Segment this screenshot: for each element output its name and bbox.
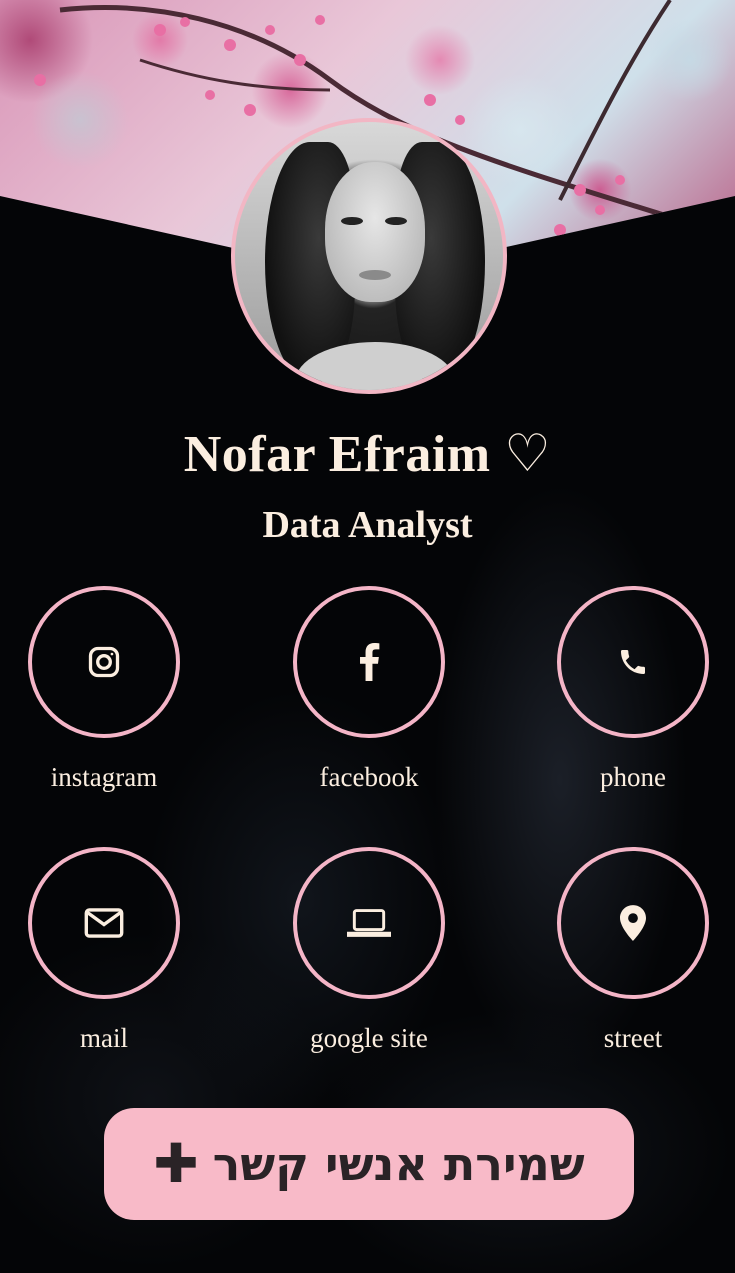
map-pin-icon [620, 905, 646, 941]
link-facebook-label[interactable]: facebook [293, 762, 445, 793]
mail-icon [84, 907, 124, 939]
link-mail-circle[interactable] [28, 847, 180, 999]
link-phone-circle[interactable] [557, 586, 709, 738]
link-facebook-circle[interactable] [293, 586, 445, 738]
profile-photo [231, 118, 507, 394]
link-phone[interactable]: phone [557, 586, 709, 793]
plus-icon: ✚ [153, 1132, 199, 1195]
save-contact-button[interactable]: שמירת אנשי קשר ✚ [104, 1108, 634, 1220]
facebook-icon [357, 643, 381, 681]
profile-name: Nofar Efraim ♡ [0, 424, 735, 484]
save-contact-label: שמירת אנשי קשר [212, 1137, 585, 1191]
link-google-site-circle[interactable] [293, 847, 445, 999]
profile-name-text: Nofar Efraim [183, 426, 491, 483]
link-instagram[interactable]: instagram [28, 586, 180, 793]
link-google-site-label[interactable]: google site [293, 1023, 445, 1054]
link-street-label[interactable]: street [557, 1023, 709, 1054]
link-mail-label[interactable]: mail [28, 1023, 180, 1054]
link-street-circle[interactable] [557, 847, 709, 999]
link-instagram-circle[interactable] [28, 586, 180, 738]
link-facebook[interactable]: facebook [293, 586, 445, 793]
heart-icon: ♡ [504, 426, 552, 483]
link-mail[interactable]: mail [28, 847, 180, 1054]
link-street[interactable]: street [557, 847, 709, 1054]
link-instagram-label[interactable]: instagram [28, 762, 180, 793]
link-phone-label[interactable]: phone [557, 762, 709, 793]
link-google-site[interactable]: google site [293, 847, 445, 1054]
instagram-icon [86, 644, 122, 680]
laptop-icon [347, 908, 391, 938]
profile-title: Data Analyst [262, 504, 473, 546]
phone-icon [617, 646, 649, 678]
